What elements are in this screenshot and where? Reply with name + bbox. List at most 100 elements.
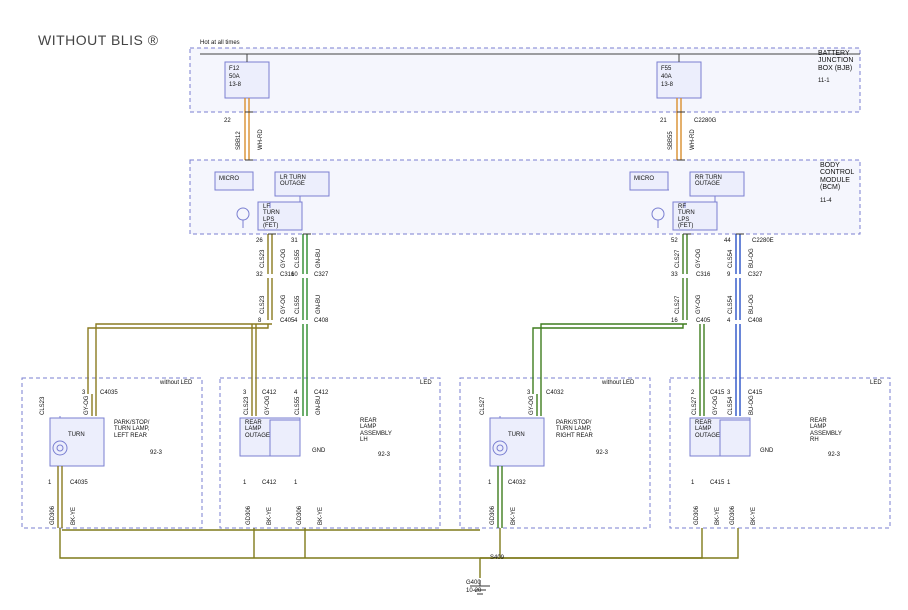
pin-1f: 1	[727, 480, 730, 486]
b3-ref: 92-3	[596, 450, 608, 456]
bcm-turn-r: RR TURN OUTAGE	[695, 175, 722, 188]
w-gd306b: GD306	[246, 506, 252, 525]
b4-desc: REAR LAMP ASSEMBLY RH	[810, 418, 842, 443]
fuse-f12-id: F12	[229, 66, 239, 72]
w-bkye-d: BK-YE	[511, 507, 517, 525]
pin-44: 44	[724, 238, 731, 244]
fuse-f55-a: 40A	[661, 74, 672, 80]
conn-c408: C408	[314, 318, 328, 324]
bcm-lamp-r: RF TURN LPS (FET)	[678, 204, 695, 229]
b4-ref: 92-3	[828, 452, 840, 458]
w-cls54b: CLS54	[728, 296, 734, 314]
pin-4b: 4	[727, 318, 730, 324]
bjb-name: BATTERY JUNCTION BOX (BJB)	[818, 50, 853, 72]
diagram-title: WITHOUT BLIS ®	[38, 32, 159, 48]
b1-turn: TURN	[68, 432, 85, 438]
bcm-micro-r: MICRO	[634, 176, 654, 182]
fuse-f55-id: F55	[661, 66, 671, 72]
w-gd306a: GD306	[50, 506, 56, 525]
wiring-diagram	[0, 0, 908, 610]
conn-c405b: C405	[696, 318, 710, 324]
bcm-lamp-l: LF TURN LPS (FET)	[263, 204, 280, 229]
w-gnbu-c: GN-BU	[316, 396, 322, 415]
bcm-name: BODY CONTROL MODULE (BCM)	[820, 162, 854, 191]
conn-c327: C327	[314, 272, 328, 278]
pin-16: 16	[671, 318, 678, 324]
w-gd306e: GD306	[694, 506, 700, 525]
pin-21: 21	[660, 118, 667, 124]
b3-desc: PARK/STOP/ TURN LAMP, RIGHT REAR	[556, 420, 593, 439]
w-gyog-a: GY-OG	[281, 249, 287, 268]
w-bkye-a: BK-YE	[71, 507, 77, 525]
pin-4a: 4	[294, 318, 297, 324]
bjb-ref: 11-1	[818, 78, 830, 84]
conn-c2280e: C2280E	[752, 238, 774, 244]
conn-c412c: C412	[262, 480, 276, 486]
pin-1c: 1	[294, 480, 297, 486]
bcm-micro-l: MICRO	[219, 176, 239, 182]
w-cls55c: CLS55	[295, 397, 301, 415]
splice-s409: S409	[490, 555, 504, 561]
w-cls55a: CLS55	[295, 250, 301, 268]
w-gyog-f: GY-OG	[265, 396, 271, 415]
conn-c405a: C405	[280, 318, 294, 324]
conn-c415c: C415	[710, 480, 724, 486]
pin-2a: 2	[691, 390, 694, 396]
pin-22: 22	[224, 118, 231, 124]
b2-ref: 92-3	[378, 452, 390, 458]
conn-c4032a: C4032	[546, 390, 564, 396]
w-buog-b: BU-OG	[749, 294, 755, 314]
conn-c316a: C316	[280, 272, 294, 278]
w-gd306c: GD306	[297, 506, 303, 525]
w-bkye-b: BK-YE	[267, 507, 273, 525]
w-buog-c: BU-OG	[749, 395, 755, 415]
w-gyog-c: GY-OG	[696, 249, 702, 268]
w-buog-a: BU-OG	[749, 248, 755, 268]
w-bkye-f: BK-YE	[751, 507, 757, 525]
w-gd306f: GD306	[730, 506, 736, 525]
w-cls55b: CLS55	[295, 296, 301, 314]
w-whrd2: WH-RD	[690, 129, 696, 150]
pin-8: 8	[258, 318, 261, 324]
b4-gnd: GND	[760, 448, 773, 454]
conn-c4035a: C4035	[100, 390, 118, 396]
w-bkye-c: BK-YE	[318, 507, 324, 525]
w-gyog-g: GY-OG	[529, 396, 535, 415]
conn-c408b: C408	[748, 318, 762, 324]
w-cls23d: CLS23	[244, 397, 250, 415]
b2-name: REAR LAMP OUTAGE	[245, 420, 270, 439]
w-gyog-d: GY-OG	[696, 295, 702, 314]
w-cls54a: CLS54	[728, 250, 734, 268]
fuse-f55-f: 13-8	[661, 82, 673, 88]
w-gyog-e: GY-OG	[84, 396, 90, 415]
gnd-g400: G400	[466, 580, 481, 586]
w-cls54c: CLS54	[728, 397, 734, 415]
w-gyog-h: GY-OG	[713, 396, 719, 415]
w-bkye-e: BK-YE	[715, 507, 721, 525]
b1-ref: 92-3	[150, 450, 162, 456]
w-sbb55: SBB55	[668, 131, 674, 150]
w-gnbu-a: GN-BU	[316, 249, 322, 268]
bcm-ref: 11-4	[820, 198, 832, 204]
w-gnbu-b: GN-BU	[316, 295, 322, 314]
pin-1b: 1	[243, 480, 246, 486]
w-whrd1: WH-RD	[258, 129, 264, 150]
gnd-g400v: 10-20	[466, 588, 481, 594]
conn-c4035b: C4035	[70, 480, 88, 486]
hot-label: Hot at all times	[200, 40, 240, 46]
w-cls23b: CLS23	[260, 296, 266, 314]
fuse-f12-f: 13-8	[229, 82, 241, 88]
conn-c327b: C327	[748, 272, 762, 278]
b3-turn: TURN	[508, 432, 525, 438]
w-cls27d: CLS27	[692, 397, 698, 415]
pin-4c: 4	[294, 390, 297, 396]
pin-1a: 1	[48, 480, 51, 486]
pin-1d: 1	[488, 480, 491, 486]
pin-3b: 3	[243, 390, 246, 396]
b4-name: REAR LAMP OUTAGE	[695, 420, 720, 439]
fuse-f12-a: 50A	[229, 74, 240, 80]
pin-52: 52	[671, 238, 678, 244]
grp2-label: LED	[420, 380, 432, 386]
pin-32: 32	[256, 272, 263, 278]
b1-desc: PARK/STOP/ TURN LAMP, LEFT REAR	[114, 420, 150, 439]
